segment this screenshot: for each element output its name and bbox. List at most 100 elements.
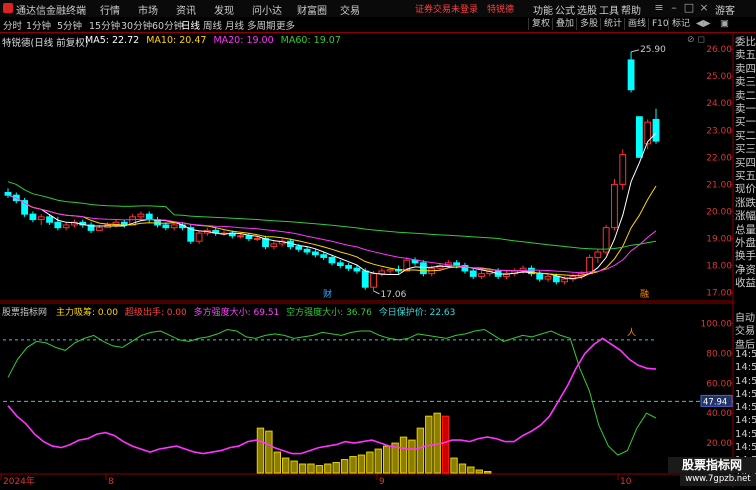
candle-body — [328, 256, 336, 264]
tab-weekly[interactable]: 周线 — [203, 18, 222, 32]
candle-body — [361, 270, 369, 288]
adjust-button[interactable]: 复权 — [528, 18, 553, 30]
candle-body — [602, 227, 610, 253]
menu-ask[interactable]: 问小达 — [252, 2, 282, 17]
sub-tick-label: 20.00 — [706, 439, 732, 449]
expand-panel-icon[interactable]: ◀▶ — [696, 18, 711, 29]
candle-body — [594, 251, 602, 258]
layout-icon[interactable]: ▣ — [720, 18, 729, 29]
side-item: 外盘 — [735, 237, 756, 249]
side-item: 收益 — [735, 277, 756, 290]
menu-help[interactable]: 帮助 — [621, 2, 641, 17]
side-item: 现价 — [735, 183, 756, 196]
menu-formula[interactable]: 公式 — [555, 2, 575, 17]
absorb-column — [273, 451, 281, 474]
sub-tick-label: 100.00 — [701, 319, 733, 329]
menu-functions[interactable]: 功能 — [533, 2, 553, 17]
current-value-label: 47.94 — [703, 397, 727, 407]
menu-market-quotes[interactable]: 行情 — [100, 2, 120, 17]
candle-body — [311, 251, 319, 256]
chart-area: 26.00 25.00 24.00 23.00 22.00 21.00 20.00 19.00… — [0, 33, 756, 487]
candle-body — [320, 254, 328, 258]
menu-discover[interactable]: 发现 — [214, 2, 234, 17]
x-axis-label: 9 — [379, 477, 385, 487]
absorb-column — [366, 451, 374, 474]
tab-more[interactable]: 更多 — [276, 18, 295, 32]
absorb-column — [458, 463, 467, 474]
menu-news[interactable]: 资讯 — [176, 2, 196, 17]
x-axis-label: 8 — [108, 477, 114, 487]
peak-marker-icon: 人 — [627, 327, 636, 338]
kline-chart[interactable]: 26.00 25.00 24.00 23.00 22.00 21.00 20.00 19.00… — [0, 33, 756, 487]
price-tick-label: 23.00 — [706, 126, 732, 136]
candle-body — [586, 256, 593, 275]
main-absorb-label: 主力吸筹: 0.00 — [56, 308, 118, 318]
price-tick-label: 22.00 — [706, 153, 732, 163]
app-title: 通达信金融终端 — [16, 6, 86, 17]
tab-5min[interactable]: 5分钟 — [57, 18, 82, 32]
side-item: 买三 — [735, 143, 756, 156]
price-tick-label: 19.00 — [706, 234, 732, 244]
tab-60min[interactable]: 60分钟 — [152, 18, 183, 32]
candle-body — [4, 191, 12, 196]
candle-body — [46, 216, 53, 223]
side-item: 卖四 — [735, 62, 756, 75]
maximize-icon[interactable]: □ — [682, 1, 696, 14]
absorb-column — [315, 465, 324, 474]
chart-settings-icon[interactable]: ⊘ ◻ — [687, 35, 705, 45]
window-menu-icon[interactable]: ≡ — [652, 1, 666, 14]
close-icon[interactable]: × — [697, 1, 711, 14]
draw-line-button[interactable]: 画线 — [624, 18, 649, 30]
multi-stock-button[interactable]: 多股 — [576, 18, 601, 30]
tab-30min[interactable]: 30分钟 — [121, 18, 152, 32]
side-item-lower: 14:50 — [735, 415, 756, 427]
candle-body — [237, 235, 245, 238]
mark-button[interactable]: 标记 — [668, 18, 693, 30]
absorb-column — [332, 462, 340, 474]
ma60-line — [7, 181, 657, 250]
ma-legend: MA5: 22.72 MA10: 20.47 MA20: 19.00 MA60:… — [85, 35, 341, 46]
ma60-label: MA60: 19.07 — [280, 35, 341, 46]
candle-body — [295, 246, 303, 250]
side-item: 总量 — [735, 223, 756, 236]
candle-body — [137, 213, 145, 218]
menu-tools[interactable]: 工具 — [599, 2, 619, 17]
candle-body — [635, 116, 643, 158]
side-item: 涨幅 — [735, 210, 756, 223]
menu-market[interactable]: 市场 — [138, 2, 158, 17]
menu-stock-select[interactable]: 选股 — [577, 2, 597, 17]
candle-body — [353, 267, 361, 272]
tab-daily[interactable]: 日线 — [181, 18, 200, 32]
high-price-label: 25.90 — [640, 45, 666, 55]
menu-trade[interactable]: 交易 — [340, 2, 360, 17]
candle-body — [336, 262, 344, 267]
price-tick-label: 25.00 — [706, 72, 732, 82]
price-tick-label: 17.00 — [706, 289, 732, 299]
absorb-column — [340, 459, 349, 474]
side-item-lower: 14:50 — [735, 375, 756, 387]
absorb-column — [450, 457, 458, 474]
candle-body — [54, 221, 62, 229]
stats-button[interactable]: 统计 — [600, 18, 625, 30]
price-tick-label: 20.00 — [706, 207, 732, 217]
super-strike-label: 超级出手: 0.00 — [124, 308, 187, 318]
candle-body — [29, 213, 37, 221]
tab-monthly[interactable]: 月线 — [225, 18, 244, 32]
price-tick-label: 26.00 — [706, 45, 732, 55]
overlay-button[interactable]: 叠加 — [552, 18, 577, 30]
menu-wealth[interactable]: 财富圈 — [297, 2, 327, 17]
tab-15min[interactable]: 15分钟 — [89, 18, 120, 32]
tab-1min[interactable]: 1分钟 — [26, 18, 51, 32]
minimize-icon[interactable]: – — [667, 1, 681, 14]
app-logo-icon — [3, 3, 13, 13]
candle-body — [253, 237, 261, 240]
ma20-label: MA20: 19.00 — [213, 35, 274, 46]
side-item-lower: 14:50 — [735, 442, 756, 453]
candle-body — [469, 270, 477, 277]
tab-intraday[interactable]: 分时 — [3, 18, 22, 32]
side-item-lower: 14:50 — [735, 348, 756, 360]
side-item: 换手 — [735, 250, 756, 263]
tab-multi-period[interactable]: 多周期 — [247, 18, 276, 32]
guest-label[interactable]: 游客 — [715, 2, 735, 17]
side-item: 卖三 — [735, 76, 756, 89]
